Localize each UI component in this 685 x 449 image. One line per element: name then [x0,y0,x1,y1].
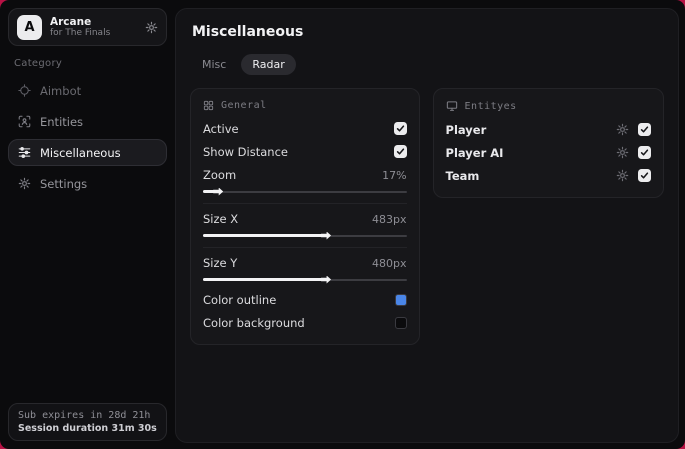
tab-misc[interactable]: Misc [191,54,237,75]
app-subtitle: for The Finals [50,27,111,38]
entity-row-team: Team [446,164,651,187]
entities-panel-header: Entityes [446,100,651,112]
color-background-swatch[interactable] [394,316,407,329]
size-x-value: 483px [372,212,407,226]
setting-label: Color outline [203,292,277,307]
slider-fill [203,234,324,237]
scan-icon [18,115,31,128]
app-logo-card: A Arcane for The Finals [8,8,167,46]
sub-expires-text: Sub expires in 28d 21h [18,410,151,421]
setting-row-active: Active [203,117,407,140]
session-duration-text: Session duration 31m 30s [18,423,157,434]
gear-icon [18,177,31,190]
sliders-icon [18,146,31,159]
slider-thumb[interactable] [213,187,224,196]
setting-group-zoom: Zoom 17% [203,163,407,200]
entity-label: Player [445,122,487,137]
color-outline-swatch[interactable] [394,293,407,306]
check-icon [640,126,649,133]
gear-icon[interactable] [616,146,629,159]
tab-bar: Misc Radar [191,54,664,75]
subscription-card: Sub expires in 28d 21h Session duration … [8,403,167,441]
player-ai-checkbox[interactable] [638,146,651,159]
general-panel-header: General [203,100,407,111]
size-y-slider[interactable] [203,275,407,284]
entity-row-player-ai: Player AI [446,141,651,164]
entity-label: Player AI [445,145,504,160]
page-title: Miscellaneous [192,24,304,40]
zoom-value: 17% [382,168,407,182]
app-window: A Arcane for The Finals Category Aimbot … [0,0,685,449]
setting-label: Size Y [203,256,238,270]
general-panel: General Active Show Distance Zoom 17% Si… [190,88,420,345]
sidebar-item-aimbot[interactable]: Aimbot [8,77,167,104]
entities-panel-title: Entityes [464,100,517,112]
crosshair-icon [18,84,31,97]
setting-row-show-distance: Show Distance [203,140,407,163]
app-title: Arcane [50,15,92,28]
entity-label: Team [445,168,480,183]
grid-icon [203,100,214,111]
slider-track [203,190,407,193]
tab-radar[interactable]: Radar [241,54,296,75]
check-icon [396,125,404,132]
setting-label: Color background [203,315,305,330]
general-panel-title: General [221,100,267,111]
gear-icon[interactable] [616,123,629,136]
sidebar-item-label: Settings [40,176,88,191]
setting-row-size-y: Size Y 480px [203,253,407,273]
slider-thumb[interactable] [321,275,332,284]
sidebar-nav: Aimbot Entities Miscellaneous Settings [8,77,167,197]
setting-label: Zoom [203,168,237,182]
sidebar-item-label: Entities [40,114,84,129]
entity-controls [616,169,651,182]
sidebar-item-miscellaneous[interactable]: Miscellaneous [8,139,167,166]
zoom-slider[interactable] [203,187,407,196]
setting-row-size-x: Size X 483px [203,209,407,229]
setting-group-size-y: Size Y 480px [203,247,407,288]
monitor-icon [446,100,458,112]
setting-label: Active [203,121,239,136]
sidebar-item-settings[interactable]: Settings [8,170,167,197]
show-distance-checkbox[interactable] [393,145,407,158]
setting-label: Size X [203,212,239,226]
size-x-slider[interactable] [203,231,407,240]
size-y-value: 480px [372,256,407,270]
check-icon [640,149,649,156]
entity-controls [616,146,651,159]
setting-group-size-x: Size X 483px [203,203,407,244]
setting-row-zoom: Zoom 17% [203,165,407,185]
app-logo: A [17,14,42,40]
entity-row-player: Player [446,118,651,141]
main-content: Miscellaneous Misc Radar General Active … [175,8,679,443]
gear-icon[interactable] [616,169,629,182]
setting-row-color-background: Color background [203,311,407,334]
player-checkbox[interactable] [638,123,651,136]
sidebar: A Arcane for The Finals Category Aimbot … [0,0,175,449]
gear-icon[interactable] [145,21,158,34]
setting-label: Show Distance [203,144,288,159]
check-icon [640,172,649,179]
sidebar-item-label: Miscellaneous [40,145,121,160]
setting-row-color-outline: Color outline [203,288,407,311]
slider-fill [203,278,324,281]
entities-panel: Entityes Player Player AI Team [432,88,664,198]
active-checkbox[interactable] [393,122,407,135]
slider-thumb[interactable] [321,231,332,240]
sidebar-item-entities[interactable]: Entities [8,108,167,135]
sidebar-item-label: Aimbot [40,83,82,98]
entity-controls [616,123,651,136]
panels-row: General Active Show Distance Zoom 17% Si… [190,88,664,345]
team-checkbox[interactable] [638,169,651,182]
app-title-block: Arcane for The Finals [50,16,110,38]
category-label: Category [14,58,63,69]
check-icon [396,148,404,155]
